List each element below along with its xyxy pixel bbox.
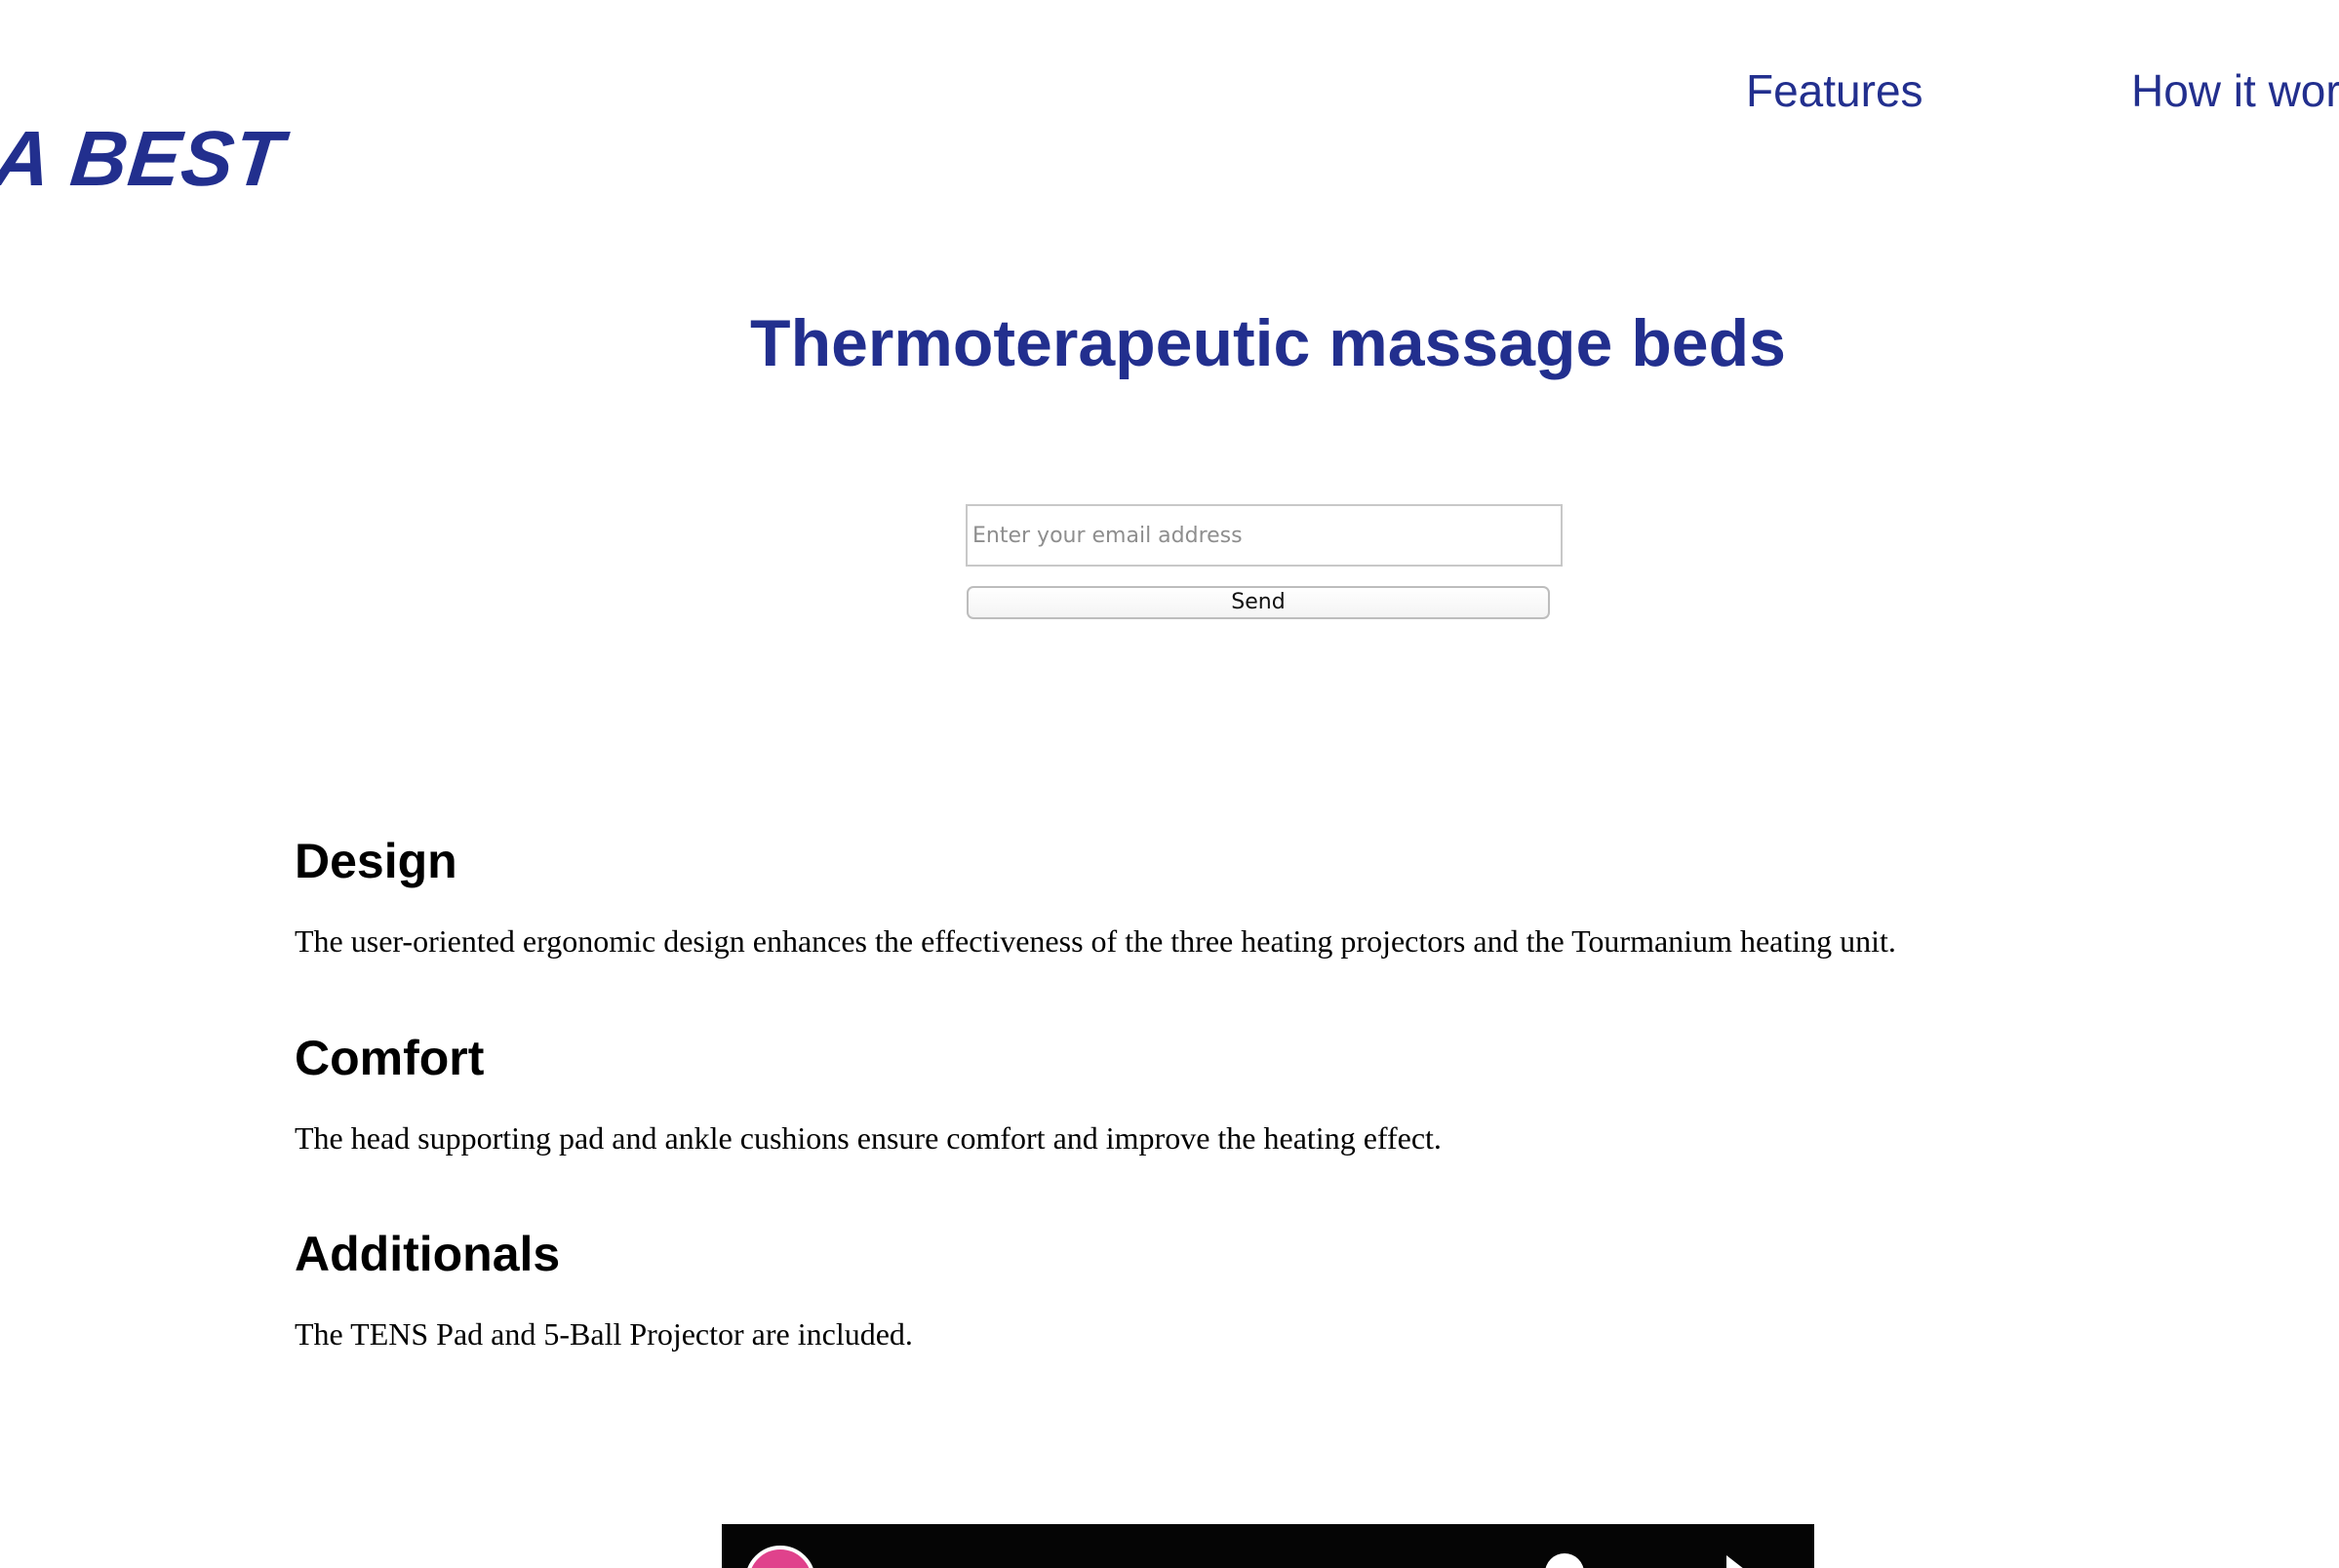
email-input[interactable] bbox=[966, 504, 1563, 567]
send-button[interactable]: Send bbox=[967, 586, 1550, 619]
share-icon[interactable] bbox=[1726, 1555, 1744, 1568]
nav-link-features[interactable]: Features bbox=[1746, 62, 1923, 119]
landing-page: A BEST Features How it works Thermoterap… bbox=[0, 0, 2339, 1568]
feature-design: Design The user-oriented ergonomic desig… bbox=[295, 832, 2245, 959]
video-player[interactable] bbox=[722, 1524, 1814, 1568]
feature-title: Comfort bbox=[295, 1031, 485, 1085]
feature-comfort: Comfort The head supporting pad and ankl… bbox=[295, 1029, 2245, 1156]
hero-title: Thermoterapeutic massage beds bbox=[750, 306, 1786, 380]
feature-title: Design bbox=[295, 834, 457, 888]
brand-logo[interactable]: A BEST bbox=[0, 115, 288, 203]
info-icon[interactable] bbox=[1545, 1553, 1584, 1568]
feature-title: Additionals bbox=[295, 1227, 561, 1281]
feature-description: The head supporting pad and ankle cushio… bbox=[295, 1120, 1442, 1156]
channel-avatar-icon[interactable] bbox=[745, 1546, 815, 1568]
feature-additionals: Additionals The TENS Pad and 5-Ball Proj… bbox=[295, 1225, 2245, 1352]
feature-description: The user-oriented ergonomic design enhan… bbox=[295, 923, 1896, 959]
feature-description: The TENS Pad and 5-Ball Projector are in… bbox=[295, 1316, 913, 1352]
nav-link-how-it-works[interactable]: How it works bbox=[2131, 62, 2339, 119]
